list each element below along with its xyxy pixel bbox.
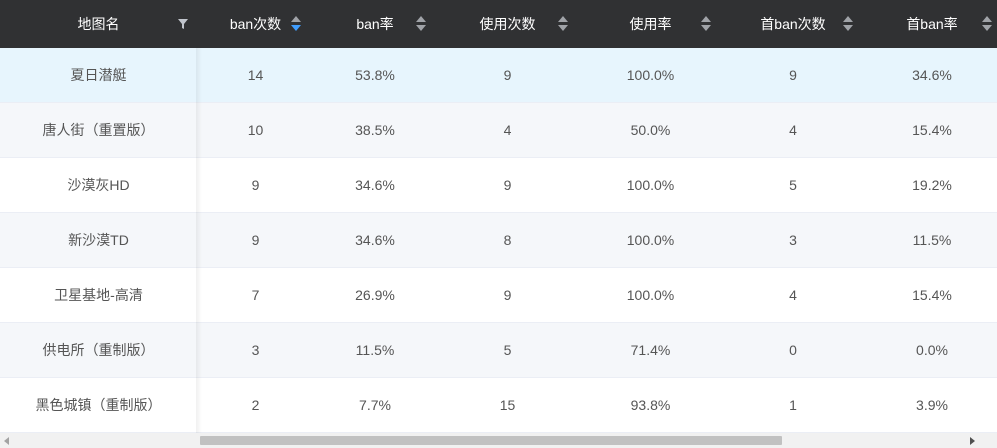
cell-map-name: 卫星基地-高清 xyxy=(54,287,143,303)
cell-use-count: 9 xyxy=(503,67,512,83)
cell-map-name: 唐人街（重置版） xyxy=(42,122,155,138)
ranking-table: 地图名 ban次数 ban率 使用次数 使用率 首ban次数 首ban率 夏日潜… xyxy=(0,0,997,433)
col-header-label: 使用率 xyxy=(629,16,672,32)
sort-descending-icon[interactable] xyxy=(982,25,992,31)
scrollbar-thumb[interactable] xyxy=(200,436,782,445)
cell-use-count: 4 xyxy=(503,122,512,138)
cell-use-rate: 100.0% xyxy=(626,232,675,248)
cell-first-ban-rate: 19.2% xyxy=(912,177,952,193)
sort-descending-icon[interactable] xyxy=(416,25,426,31)
table-row[interactable]: 沙漠灰HD 9 34.6% 9 100.0% 5 19.2% xyxy=(0,158,997,213)
cell-first-ban-count: 5 xyxy=(789,177,797,193)
cell-map-name: 沙漠灰HD xyxy=(67,177,130,193)
table-row[interactable]: 夏日潜艇 14 53.8% 9 100.0% 9 34.6% xyxy=(0,48,997,103)
sort-ascending-icon[interactable] xyxy=(982,16,992,22)
cell-ban-count: 9 xyxy=(251,177,260,193)
cell-first-ban-count: 9 xyxy=(789,67,797,83)
table-row[interactable]: 新沙漠TD 9 34.6% 8 100.0% 3 11.5% xyxy=(0,213,997,268)
sort-caret-icon[interactable] xyxy=(558,16,568,32)
col-header-map-name[interactable]: 地图名 xyxy=(0,0,197,48)
sort-caret-icon[interactable] xyxy=(416,16,426,32)
cell-map-name: 夏日潜艇 xyxy=(70,67,127,83)
cell-ban-count: 9 xyxy=(251,232,260,248)
sort-ascending-icon[interactable] xyxy=(558,16,568,22)
cell-use-count: 5 xyxy=(503,342,512,358)
sort-caret-icon[interactable] xyxy=(843,16,853,32)
cell-use-rate: 50.0% xyxy=(630,122,671,138)
cell-ban-count: 14 xyxy=(247,67,264,83)
cell-use-count: 9 xyxy=(503,287,512,303)
table-row[interactable]: 唐人街（重置版） 10 38.5% 4 50.0% 4 15.4% xyxy=(0,103,997,158)
cell-use-rate: 100.0% xyxy=(626,67,675,83)
cell-first-ban-rate: 15.4% xyxy=(912,122,952,138)
sort-descending-icon[interactable] xyxy=(843,25,853,31)
cell-first-ban-count: 1 xyxy=(789,397,797,413)
cell-ban-count: 10 xyxy=(247,122,264,138)
cell-use-count: 9 xyxy=(503,177,512,193)
col-header-ban-count[interactable]: ban次数 xyxy=(197,0,314,48)
cell-use-count: 8 xyxy=(503,232,512,248)
sort-descending-icon[interactable] xyxy=(701,25,711,31)
sort-descending-icon[interactable] xyxy=(291,25,301,31)
cell-first-ban-rate: 0.0% xyxy=(916,342,948,358)
col-header-use-count[interactable]: 使用次数 xyxy=(436,0,579,48)
fixed-column-shadow xyxy=(196,48,202,433)
cell-ban-rate: 34.6% xyxy=(355,232,395,248)
cell-ban-rate: 53.8% xyxy=(355,67,395,83)
horizontal-scrollbar[interactable] xyxy=(0,433,997,448)
col-header-use-rate[interactable]: 使用率 xyxy=(579,0,722,48)
cell-map-name: 黑色城镇（重制版） xyxy=(35,397,162,413)
cell-ban-rate: 26.9% xyxy=(355,287,395,303)
col-header-label: 地图名 xyxy=(77,16,120,32)
cell-first-ban-rate: 15.4% xyxy=(912,287,952,303)
col-header-label: ban率 xyxy=(356,16,394,32)
col-header-label: 首ban率 xyxy=(906,16,958,32)
table-row[interactable]: 卫星基地-高清 7 26.9% 9 100.0% 4 15.4% xyxy=(0,268,997,323)
col-header-label: 使用次数 xyxy=(479,16,536,32)
table-body: 夏日潜艇 14 53.8% 9 100.0% 9 34.6% 唐人街（重置版） … xyxy=(0,48,997,433)
col-header-first-ban-count[interactable]: 首ban次数 xyxy=(722,0,864,48)
sort-ascending-icon[interactable] xyxy=(416,16,426,22)
cell-ban-count: 2 xyxy=(251,397,260,413)
filter-funnel-icon[interactable] xyxy=(177,18,189,30)
table-header: 地图名 ban次数 ban率 使用次数 使用率 首ban次数 首ban率 xyxy=(0,0,997,48)
cell-ban-rate: 7.7% xyxy=(359,397,391,413)
table-row[interactable]: 黑色城镇（重制版） 2 7.7% 15 93.8% 1 3.9% xyxy=(0,378,997,433)
cell-first-ban-count: 0 xyxy=(789,342,797,358)
sort-caret-icon[interactable] xyxy=(291,16,301,32)
sort-caret-icon[interactable] xyxy=(982,16,992,32)
cell-ban-count: 3 xyxy=(251,342,260,358)
cell-use-rate: 93.8% xyxy=(630,397,671,413)
cell-map-name: 供电所（重制版） xyxy=(42,342,155,358)
cell-ban-rate: 11.5% xyxy=(355,342,395,358)
col-header-first-ban-rate[interactable]: 首ban率 xyxy=(864,0,997,48)
cell-ban-count: 7 xyxy=(251,287,260,303)
sort-caret-icon[interactable] xyxy=(701,16,711,32)
cell-ban-rate: 38.5% xyxy=(355,122,395,138)
cell-first-ban-rate: 3.9% xyxy=(916,397,948,413)
table-row[interactable]: 供电所（重制版） 3 11.5% 5 71.4% 0 0.0% xyxy=(0,323,997,378)
cell-use-rate: 100.0% xyxy=(626,177,675,193)
col-header-label: ban次数 xyxy=(229,16,282,32)
cell-use-count: 15 xyxy=(499,397,516,413)
arrow-right-icon[interactable] xyxy=(970,437,975,445)
cell-first-ban-rate: 34.6% xyxy=(912,67,952,83)
arrow-left-icon[interactable] xyxy=(4,437,9,445)
cell-ban-rate: 34.6% xyxy=(355,177,395,193)
cell-first-ban-count: 4 xyxy=(789,122,797,138)
sort-ascending-icon[interactable] xyxy=(291,16,301,22)
cell-first-ban-rate: 11.5% xyxy=(912,232,952,248)
sort-ascending-icon[interactable] xyxy=(843,16,853,22)
sort-descending-icon[interactable] xyxy=(558,25,568,31)
cell-map-name: 新沙漠TD xyxy=(68,232,129,248)
cell-first-ban-count: 3 xyxy=(789,232,797,248)
cell-first-ban-count: 4 xyxy=(789,287,797,303)
col-header-label: 首ban次数 xyxy=(760,16,826,32)
col-header-ban-rate[interactable]: ban率 xyxy=(314,0,436,48)
sort-ascending-icon[interactable] xyxy=(701,16,711,22)
cell-use-rate: 100.0% xyxy=(626,287,675,303)
cell-use-rate: 71.4% xyxy=(630,342,671,358)
